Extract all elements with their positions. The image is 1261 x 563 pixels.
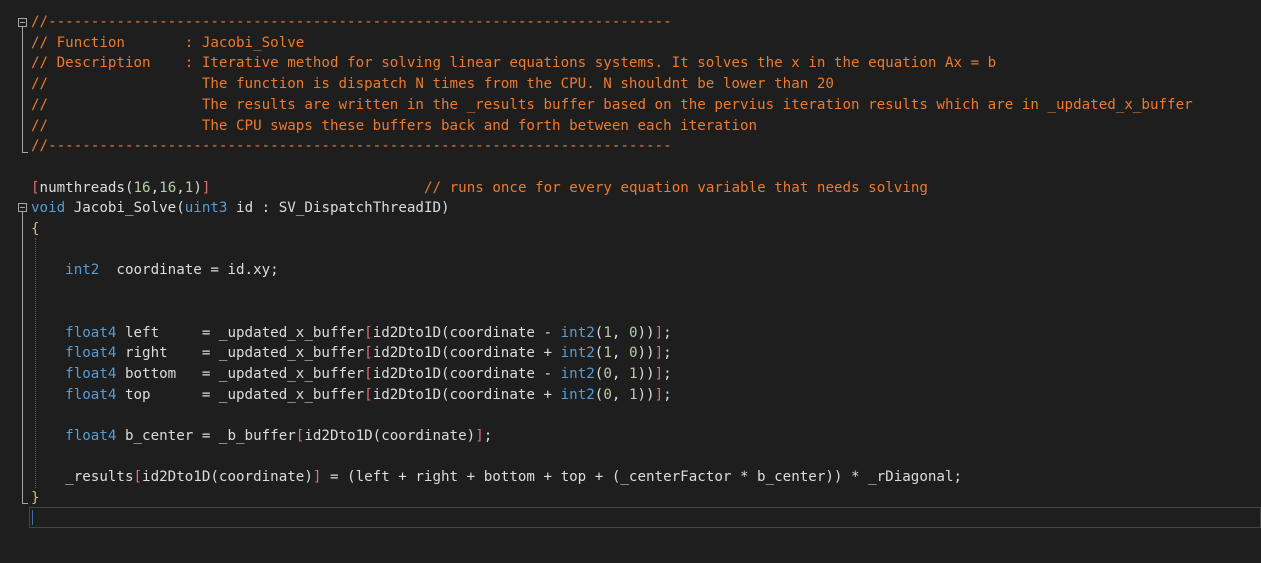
bottom-sample: float4 bottom = _updated_x_buffer[id2Dto… (65, 365, 672, 382)
code-line-4[interactable]: // The function is dispatch N times from… (31, 74, 834, 95)
comment-swap: // The CPU swaps these buffers back and … (31, 117, 758, 134)
function-signature: void Jacobi_Solve(uint3 id : SV_Dispatch… (31, 200, 450, 217)
code-line-17[interactable]: float4 right = _updated_x_buffer[id2Dto1… (31, 343, 672, 364)
text-caret (32, 510, 33, 525)
code-line-1[interactable]: //--------------------------------------… (31, 12, 672, 33)
left-sample: float4 left = _updated_x_buffer[id2Dto1D… (65, 324, 672, 341)
current-line-highlight[interactable] (29, 507, 1261, 528)
code-line-5[interactable]: // The results are written in the _resul… (31, 95, 1193, 116)
code-line-11[interactable]: { (31, 219, 40, 240)
results-assignment: _results[id2Dto1D(coordinate)] = (left +… (31, 469, 963, 486)
code-line-6[interactable]: // The CPU swaps these buffers back and … (31, 116, 757, 137)
code-line-19[interactable]: float4 top = _updated_x_buffer[id2Dto1D(… (31, 385, 672, 406)
comment-function: // Function : Jacobi_Solve (31, 34, 305, 51)
code-line-21[interactable]: float4 b_center = _b_buffer[id2Dto1D(coo… (31, 426, 492, 447)
code-line-3[interactable]: // Description : Iterative method for so… (31, 53, 996, 74)
code-line-7[interactable]: //--------------------------------------… (31, 136, 672, 157)
comment-dispatch: // The function is dispatch N times from… (31, 76, 834, 93)
code-line-9[interactable]: [numthreads(16,16,1)] // runs once for e… (31, 178, 928, 199)
code-line-2[interactable]: // Function : Jacobi_Solve (31, 33, 304, 54)
fold-end (22, 503, 28, 504)
collapse-function-icon[interactable] (18, 203, 27, 212)
code-line-23[interactable]: _results[id2Dto1D(coordinate)] = (left +… (31, 467, 962, 488)
close-brace: } (31, 490, 40, 507)
comment-separator: //--------------------------------------… (31, 138, 672, 155)
open-brace: { (31, 221, 40, 237)
code-line-18[interactable]: float4 bottom = _updated_x_buffer[id2Dto… (31, 364, 672, 385)
code-line-13[interactable]: int2 coordinate = id.xy; (31, 260, 279, 281)
coordinate-declaration: int2 coordinate = id.xy; (65, 262, 279, 279)
b-center-sample: float4 b_center = _b_buffer[id2Dto1D(coo… (65, 428, 493, 444)
comment-description: // Description : Iterative method for so… (31, 55, 997, 72)
code-line-16[interactable]: float4 left = _updated_x_buffer[id2Dto1D… (31, 323, 672, 344)
fold-guide (22, 212, 23, 503)
right-sample: float4 right = _updated_x_buffer[id2Dto1… (65, 345, 672, 362)
code-line-24[interactable]: } (31, 488, 40, 509)
fold-end (22, 152, 28, 153)
collapse-comment-icon[interactable] (18, 18, 27, 27)
numthreads-attribute: [numthreads(16,16,1)] // runs once for e… (31, 179, 928, 196)
comment-separator: //--------------------------------------… (31, 14, 672, 30)
code-line-10[interactable]: void Jacobi_Solve(uint3 id : SV_Dispatch… (31, 198, 450, 219)
fold-guide (22, 27, 23, 152)
comment-results: // The results are written in the _resul… (31, 96, 1193, 113)
code-editor[interactable]: //--------------------------------------… (0, 0, 1261, 563)
top-sample: float4 top = _updated_x_buffer[id2Dto1D(… (65, 386, 672, 403)
